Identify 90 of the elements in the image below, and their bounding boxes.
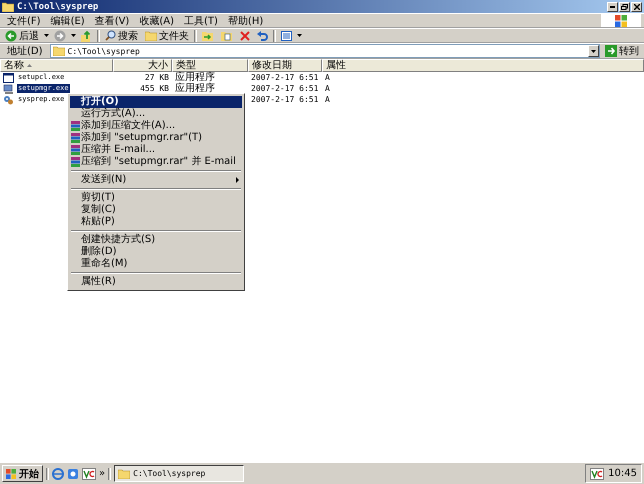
column-label: 修改日期 — [252, 60, 292, 71]
browser-icon[interactable] — [52, 468, 64, 480]
dropdown-button[interactable] — [588, 45, 599, 57]
search-icon — [105, 30, 116, 41]
undo-icon — [257, 30, 268, 40]
folder-icon — [118, 468, 130, 478]
context-menu-item[interactable]: 压缩到 "setupmgr.rar" 并 E-mail — [70, 156, 242, 168]
context-menu-item[interactable]: 剪切(T) — [70, 192, 242, 204]
table-cell: 27 KB — [144, 72, 169, 83]
archive-icon — [71, 157, 80, 167]
column-label: 名称 — [4, 60, 24, 71]
context-menu-item[interactable]: 添加到压缩文件(A)... — [70, 120, 242, 132]
vc-icon[interactable] — [590, 468, 604, 480]
table-cell: 455 KB — [140, 83, 169, 94]
windows-logo — [6, 468, 16, 478]
context-menu-item[interactable]: 运行方式(A)... — [70, 108, 242, 120]
column-header[interactable]: 类型 — [172, 59, 248, 72]
table-cell: 2007-2-17 6:51 — [251, 94, 318, 105]
caret-icon — [591, 50, 596, 52]
restore-button[interactable] — [619, 2, 630, 12]
clock: 10:45 — [608, 468, 637, 479]
start-button[interactable]: 开始 — [2, 465, 43, 482]
context-menu-item[interactable]: 删除(D) — [70, 246, 242, 258]
back-button[interactable]: 后退 — [3, 28, 41, 42]
folder-icon — [52, 46, 65, 56]
context-menu-item[interactable]: 属性(R) — [70, 276, 242, 288]
folder-icon — [2, 2, 14, 12]
close-button[interactable] — [631, 2, 642, 12]
context-menu-item[interactable]: 添加到 "setupmgr.rar"(T) — [70, 132, 242, 144]
table-cell: 2007-2-17 6:51 — [251, 72, 318, 83]
menu-item[interactable]: 编辑(E) — [46, 14, 89, 28]
gear-icon — [3, 94, 14, 104]
column-header[interactable]: 修改日期 — [248, 59, 322, 72]
table-cell: A — [325, 72, 330, 83]
archive-icon — [71, 145, 80, 155]
column-label: 类型 — [176, 60, 196, 71]
table-cell: A — [325, 83, 330, 94]
context-menu-item[interactable]: 压缩并 E-mail... — [70, 144, 242, 156]
go-button[interactable]: 转到 — [603, 44, 641, 58]
menu-item[interactable]: 文件(F) — [3, 14, 45, 28]
address-label: 地址(D) — [6, 44, 44, 58]
computer-icon — [3, 84, 14, 94]
caret-icon — [44, 34, 49, 37]
taskbar-window-button[interactable]: C:\Tool\sysprep — [114, 465, 244, 482]
context-menu-item[interactable]: 重命名(M) — [70, 258, 242, 270]
more-chevron[interactable]: » — [99, 468, 106, 479]
caret-icon — [71, 34, 76, 37]
search-button[interactable]: 搜索 — [103, 28, 140, 42]
app-icon[interactable] — [67, 468, 79, 480]
copy-to-button[interactable] — [219, 30, 235, 41]
column-label: 大小 — [148, 60, 168, 71]
close-icon — [634, 4, 640, 10]
column-header[interactable]: 大小 — [113, 59, 172, 72]
minimize-icon — [610, 6, 615, 8]
window-title: C:\Tool\sysprep — [17, 2, 98, 12]
delete-button[interactable] — [238, 30, 252, 40]
window-icon — [3, 72, 14, 82]
delete-icon — [240, 30, 250, 40]
views-button[interactable] — [279, 30, 294, 40]
menu-item[interactable]: 查看(V) — [90, 14, 134, 28]
table-cell: 应用程序 — [175, 72, 215, 83]
context-menu-item[interactable]: 发送到(N) — [70, 174, 242, 186]
undo-button[interactable] — [255, 30, 270, 40]
address-value: C:\Tool\sysprep — [68, 46, 140, 56]
vc-icon[interactable] — [82, 468, 96, 480]
context-menu-item[interactable]: 创建快捷方式(S) — [70, 234, 242, 246]
minimize-button[interactable] — [607, 2, 618, 12]
address-field[interactable]: C:\Tool\sysprep — [50, 44, 600, 58]
column-header[interactable]: 名称 — [0, 59, 113, 72]
table-cell: 应用程序 — [175, 83, 215, 94]
menu-item[interactable]: 帮助(H) — [224, 14, 268, 28]
table-cell: 2007-2-17 6:51 — [251, 83, 318, 94]
caret-icon — [297, 34, 302, 37]
context-menu-item[interactable]: 粘贴(P) — [70, 216, 242, 228]
archive-icon — [71, 121, 80, 131]
column-header[interactable]: 属性 — [322, 59, 644, 72]
folders-button[interactable]: 文件夹 — [143, 28, 191, 42]
folders-icon — [145, 30, 157, 40]
context-menu-item[interactable]: 打开(O) — [70, 96, 242, 108]
menu-item[interactable]: 收藏(A) — [135, 14, 178, 28]
move-to-icon — [202, 30, 214, 41]
up-folder-icon — [81, 30, 92, 42]
restore-icon — [621, 4, 628, 10]
move-to-button[interactable] — [200, 30, 216, 41]
archive-icon — [71, 133, 80, 143]
menu-item[interactable]: 工具(T) — [180, 14, 222, 28]
views-icon — [281, 30, 292, 40]
column-label: 属性 — [326, 60, 346, 71]
context-menu-item[interactable]: 复制(C) — [70, 204, 242, 216]
table-cell: A — [325, 94, 330, 105]
